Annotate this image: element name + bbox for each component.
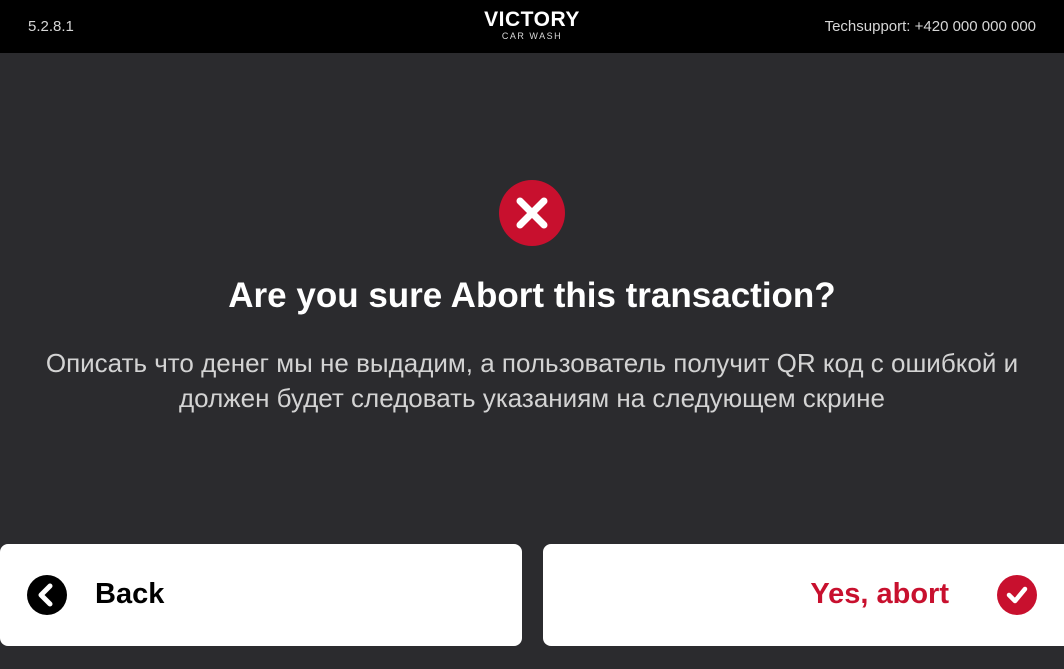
top-bar: 5.2.8.1 VICTORY CAR WASH Techsupport: +4…: [0, 0, 1064, 53]
bottom-strip: [0, 664, 1064, 669]
back-button-label: Back: [95, 578, 165, 610]
yes-abort-button-label: Yes, abort: [810, 578, 949, 610]
close-circle-icon: [499, 180, 565, 246]
abort-confirmation-screen: 5.2.8.1 VICTORY CAR WASH Techsupport: +4…: [0, 0, 1064, 669]
back-button[interactable]: Back: [0, 544, 522, 646]
techsupport-phone: Techsupport: +420 000 000 000: [824, 18, 1036, 35]
yes-abort-button[interactable]: Yes, abort: [543, 544, 1064, 646]
check-icon: [997, 575, 1037, 615]
chevron-left-icon: [27, 575, 67, 615]
dialog-title: Are you sure Abort this transaction?: [228, 276, 836, 315]
dialog-description: Описать что денег мы не выдадим, а польз…: [45, 348, 1019, 413]
